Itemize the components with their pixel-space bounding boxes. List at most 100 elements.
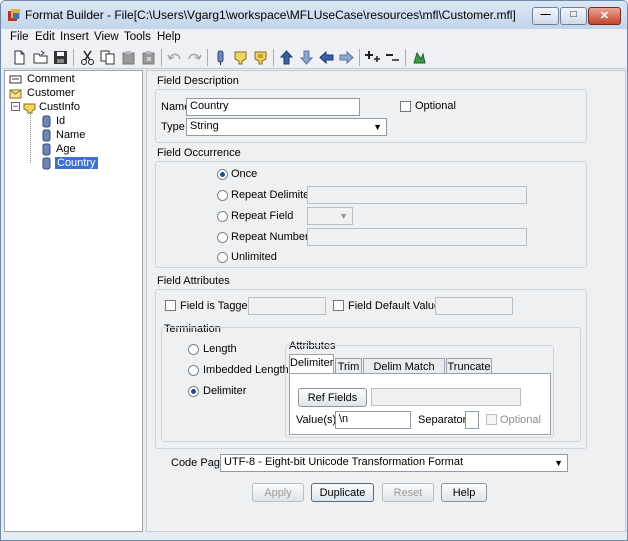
close-icon: ✕ (599, 10, 610, 22)
imbedded-length-radio[interactable] (188, 365, 199, 376)
new-file-icon[interactable] (11, 49, 28, 66)
reset-button[interactable]: Reset (382, 483, 434, 502)
repeat-delimiter-input[interactable] (307, 186, 527, 204)
menu-insert[interactable]: Insert (60, 31, 89, 43)
delimiter-label: Delimiter (203, 385, 247, 397)
field-default-value-label: Field Default Value (348, 300, 441, 312)
name-input[interactable]: Country (186, 98, 360, 116)
separator-optional-checkbox[interactable] (486, 414, 497, 425)
repeat-delimiter-radio[interactable] (217, 190, 228, 201)
menu-view[interactable]: View (94, 31, 119, 43)
ref-fields-button[interactable]: Ref Fields (298, 388, 367, 407)
paste-icon[interactable] (120, 49, 137, 66)
repeat-number-input[interactable] (307, 228, 527, 246)
apply-button[interactable]: Apply (252, 483, 304, 502)
optional-label: Optional (415, 100, 456, 112)
repeat-delimiter-label: Repeat Delimiter (231, 189, 313, 201)
duplicate-button[interactable]: Duplicate (311, 483, 374, 502)
field-icon (42, 129, 51, 142)
field-default-value-input[interactable] (435, 297, 513, 315)
menu-bar: File Edit Insert View Tools Help (2, 29, 626, 46)
repeat-field-label: Repeat Field (231, 210, 294, 222)
field-default-value-checkbox[interactable] (333, 300, 344, 311)
imbedded-length-label: Imbedded Length (203, 364, 289, 376)
field-icon (42, 143, 51, 156)
field-description-legend: Field Description (157, 75, 239, 87)
move-up-icon[interactable] (278, 49, 295, 66)
optional-checkbox[interactable] (400, 101, 411, 112)
comment-icon (9, 75, 22, 84)
unlimited-radio[interactable] (217, 252, 228, 263)
type-select-value: String (190, 120, 219, 132)
tree-node-country[interactable]: Country (40, 157, 140, 171)
field-occurrence-legend: Field Occurrence (157, 147, 241, 159)
save-icon[interactable] (52, 49, 69, 66)
redo-icon[interactable] (186, 49, 203, 66)
tree-node-age[interactable]: Age (40, 143, 140, 157)
insert-field-icon[interactable] (212, 49, 229, 66)
menu-edit[interactable]: Edit (35, 31, 55, 43)
values-input[interactable]: \n (335, 411, 411, 429)
tab-delimiter[interactable]: Delimiter (289, 354, 334, 373)
delimiter-radio[interactable] (188, 386, 199, 397)
collapse-toggle-icon[interactable]: − (11, 102, 20, 111)
tree-connector-line (30, 113, 31, 163)
promote-left-icon[interactable] (318, 49, 335, 66)
toolbar-separator (405, 49, 406, 66)
code-page-select[interactable]: UTF-8 - Eight-bit Unicode Transformation… (220, 454, 568, 472)
minimize-button[interactable]: — (532, 7, 559, 25)
ref-fields-input[interactable] (371, 388, 521, 406)
tree-node-name[interactable]: Name (40, 129, 140, 143)
separator-label: Separator (418, 414, 467, 426)
insert-comment-icon[interactable] (252, 49, 269, 66)
unlimited-label: Unlimited (231, 251, 277, 263)
field-icon (42, 115, 51, 128)
repeat-number-radio[interactable] (217, 232, 228, 243)
menu-tools[interactable]: Tools (124, 31, 151, 43)
field-properties-panel: Field Description Name Country Optional … (146, 70, 626, 532)
field-is-tagged-label: Field is Tagged (180, 300, 254, 312)
tree-label-comment: Comment (27, 73, 75, 85)
tree-label-age: Age (56, 143, 76, 155)
copy-icon[interactable] (99, 49, 116, 66)
insert-group-icon[interactable] (232, 49, 249, 66)
tree-label-customer: Customer (27, 87, 75, 99)
field-is-tagged-checkbox[interactable] (165, 300, 176, 311)
length-radio[interactable] (188, 344, 199, 355)
tree-node-comment[interactable]: Comment (9, 73, 139, 87)
test-format-icon[interactable] (411, 49, 428, 66)
help-button[interactable]: Help (441, 483, 487, 502)
title-bar[interactable]: Format Builder - File[C:\Users\Vgarg1\wo… (1, 1, 627, 29)
tree-label-custinfo: CustInfo (39, 101, 80, 113)
expand-all-icon[interactable] (364, 49, 381, 66)
repeat-field-radio[interactable] (217, 211, 228, 222)
minimize-icon: — (540, 9, 551, 20)
toolbar-separator (73, 49, 74, 66)
type-select[interactable]: String ▼ (186, 118, 387, 136)
toolbar-separator (207, 49, 208, 66)
menu-file[interactable]: File (10, 31, 29, 43)
paste-as-child-icon[interactable] (140, 49, 157, 66)
tree-node-customer[interactable]: Customer (9, 87, 139, 101)
separator-optional-label: Optional (500, 414, 541, 426)
format-tree[interactable]: Comment Customer − CustInfo Id Name Age … (4, 70, 143, 532)
collapse-all-icon[interactable] (384, 49, 401, 66)
maximize-button[interactable]: □ (560, 7, 587, 25)
chevron-down-icon: ▼ (373, 122, 382, 132)
tree-label-id: Id (56, 115, 66, 127)
chevron-down-icon: ▼ (554, 458, 563, 468)
cut-icon[interactable] (79, 49, 96, 66)
demote-right-icon[interactable] (338, 49, 355, 66)
separator-input[interactable] (465, 411, 479, 429)
once-radio[interactable] (217, 169, 228, 180)
close-button[interactable]: ✕ (588, 7, 621, 25)
undo-icon[interactable] (166, 49, 183, 66)
repeat-field-select[interactable]: ▼ (307, 207, 353, 225)
tree-node-id[interactable]: Id (40, 115, 140, 129)
field-attributes-legend: Field Attributes (157, 275, 230, 287)
window-title: Format Builder - File[C:\Users\Vgarg1\wo… (25, 8, 516, 22)
menu-help[interactable]: Help (157, 31, 181, 43)
move-down-icon[interactable] (298, 49, 315, 66)
open-folder-icon[interactable] (32, 49, 49, 66)
field-tag-input[interactable] (248, 297, 326, 315)
